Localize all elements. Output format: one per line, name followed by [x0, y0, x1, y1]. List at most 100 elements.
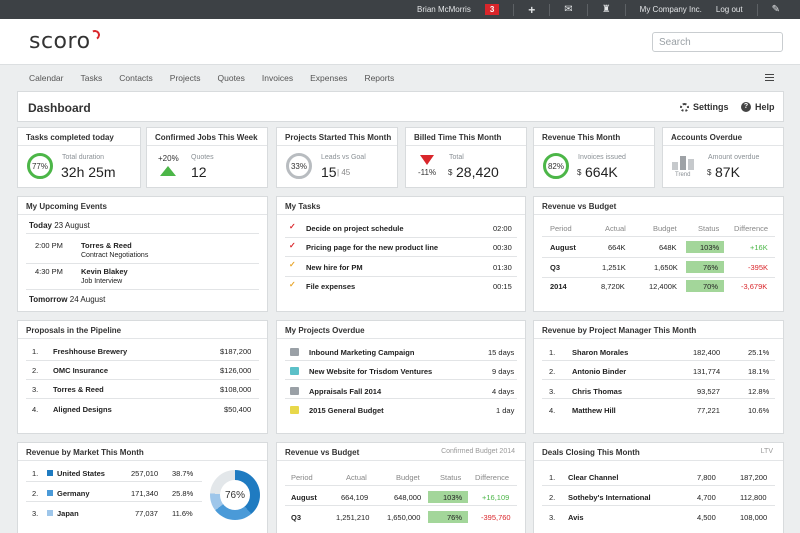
market-name[interactable]: United States	[57, 469, 105, 478]
kpi-jobs[interactable]: Confirmed Jobs This Week +20% Quotes 12	[146, 127, 268, 188]
card-title: Revenue by Project Manager This Month	[534, 321, 783, 339]
divider	[542, 277, 775, 278]
nav-reports[interactable]: Reports	[364, 73, 394, 83]
overdue-days: 4 days	[492, 387, 515, 396]
stat-value: 32h 25m	[61, 164, 116, 180]
period: Q3	[291, 513, 302, 522]
kpi-revenue[interactable]: Revenue This Month 82% Invoices issued $…	[533, 127, 655, 188]
card-title: Tasks completed today	[18, 128, 140, 146]
nav-expenses[interactable]: Expenses	[310, 73, 347, 83]
event-name[interactable]: Kevin Blakey	[81, 267, 128, 276]
actual: 664,109	[341, 493, 369, 502]
nav-tasks[interactable]: Tasks	[81, 73, 103, 83]
task-name[interactable]: New hire for PM	[306, 263, 363, 272]
deal-value: 7,800	[697, 473, 716, 482]
task-name[interactable]: Pricing page for the new product line	[306, 243, 438, 252]
notification-badge[interactable]: 3	[484, 4, 500, 15]
project-name[interactable]: New Website for Trisdom Ventures	[309, 367, 432, 376]
manager-name[interactable]: Chris Thomas	[572, 387, 622, 396]
card-title: My Upcoming Events	[18, 197, 267, 215]
difference: -3,679K	[741, 282, 768, 291]
card-title: Accounts Overdue	[663, 128, 783, 146]
user-icon[interactable]: ♜	[602, 4, 611, 15]
status: 103%	[700, 243, 720, 252]
budget: 1,650K	[654, 263, 678, 272]
proposal-name[interactable]: OMC Insurance	[53, 366, 108, 375]
nav-calendar[interactable]: Calendar	[29, 73, 64, 83]
col-header: Status	[698, 224, 720, 233]
manager-name[interactable]: Antonio Binder	[572, 367, 626, 376]
folder-icon	[290, 367, 299, 375]
header: scoro Search	[0, 19, 800, 65]
kpi-overdue[interactable]: Accounts Overdue Trend Amount overdue $ …	[662, 127, 784, 188]
actual: 664K	[608, 243, 626, 252]
divider	[285, 360, 517, 361]
nav-invoices[interactable]: Invoices	[262, 73, 293, 83]
market-pct: 25.8%	[172, 489, 194, 498]
folder-icon	[290, 406, 299, 414]
task-name[interactable]: Decide on project schedule	[306, 224, 404, 233]
manager-value: 182,400	[693, 348, 721, 357]
deal-ltv: 112,800	[740, 493, 767, 502]
divider	[285, 256, 517, 257]
project-name[interactable]: Inbound Marketing Campaign	[309, 348, 414, 357]
manager-value: 77,221	[697, 406, 720, 415]
rank: 1.	[549, 473, 556, 482]
rank: 2.	[549, 493, 556, 502]
proposal-value: $108,000	[220, 385, 252, 394]
add-icon[interactable]: +	[528, 3, 535, 17]
rank: 2.	[549, 367, 556, 376]
nav-projects[interactable]: Projects	[170, 73, 201, 83]
deal-name[interactable]: Clear Channel	[568, 473, 618, 482]
search-input[interactable]: Search	[652, 32, 783, 52]
manager-value: 131,774	[693, 367, 721, 376]
stat-label: Total duration	[62, 154, 105, 161]
deal-name[interactable]: Avis	[568, 513, 584, 522]
kpi-projects[interactable]: Projects Started This Month 33% Leads vs…	[276, 127, 398, 188]
kpi-billed[interactable]: Billed Time This Month -11% Total $ 28,4…	[405, 127, 527, 188]
gear-icon	[680, 102, 689, 112]
proposal-name[interactable]: Torres & Reed	[53, 385, 104, 394]
event-desc: Job Interview	[81, 278, 123, 285]
task-name[interactable]: File expenses	[306, 282, 355, 291]
logout-link[interactable]: Log out	[716, 5, 743, 14]
help-button[interactable]: ? Help	[741, 102, 775, 112]
manager-name[interactable]: Sharon Morales	[572, 348, 628, 357]
manager-name[interactable]: Matthew Hill	[572, 406, 616, 415]
divider	[26, 263, 259, 264]
stat-label: Invoices issued	[578, 154, 626, 161]
project-name[interactable]: 2015 General Budget	[309, 406, 384, 415]
check-icon: ✓	[289, 280, 296, 289]
market-name[interactable]: Japan	[57, 509, 79, 518]
stat-label: Amount overdue	[708, 154, 760, 161]
deal-name[interactable]: Sotheby's International	[568, 493, 651, 502]
proposal-name[interactable]: Aligned Designs	[53, 405, 112, 414]
event-name[interactable]: Torres & Reed	[81, 241, 132, 250]
menu-icon[interactable]	[765, 74, 774, 81]
dashboard-bar: Dashboard Settings ? Help	[17, 91, 784, 122]
overdue-days: 1 day	[496, 406, 515, 415]
logo[interactable]: scoro	[29, 28, 101, 54]
divider	[542, 257, 775, 258]
project-name[interactable]: Appraisals Fall 2014	[309, 387, 381, 396]
nav-contacts[interactable]: Contacts	[119, 73, 153, 83]
divider	[26, 233, 259, 234]
card-title: My Tasks	[277, 197, 525, 215]
deals-closing-card: Deals Closing This Month LTV 1. Clear Cha…	[533, 442, 784, 533]
settings-button[interactable]: Settings	[680, 102, 729, 112]
market-name[interactable]: Germany	[57, 489, 90, 498]
proposal-name[interactable]: Freshhouse Brewery	[53, 347, 127, 356]
rank: 1.	[549, 348, 556, 357]
nav-quotes[interactable]: Quotes	[218, 73, 245, 83]
kpi-tasks[interactable]: Tasks completed today 77% Total duration…	[17, 127, 141, 188]
rank: 3.	[32, 509, 39, 518]
company-name[interactable]: My Company Inc.	[640, 5, 702, 14]
main-nav: Calendar Tasks Contacts Projects Quotes …	[0, 66, 800, 90]
stat-label: Quotes	[191, 154, 214, 161]
divider	[26, 289, 259, 290]
task-time: 00:30	[493, 243, 512, 252]
progress-ring: 77%	[27, 153, 53, 179]
user-name[interactable]: Brian McMorris	[417, 5, 471, 14]
edit-icon[interactable]: ✎	[772, 4, 780, 15]
mail-icon[interactable]: ✉	[564, 4, 572, 15]
